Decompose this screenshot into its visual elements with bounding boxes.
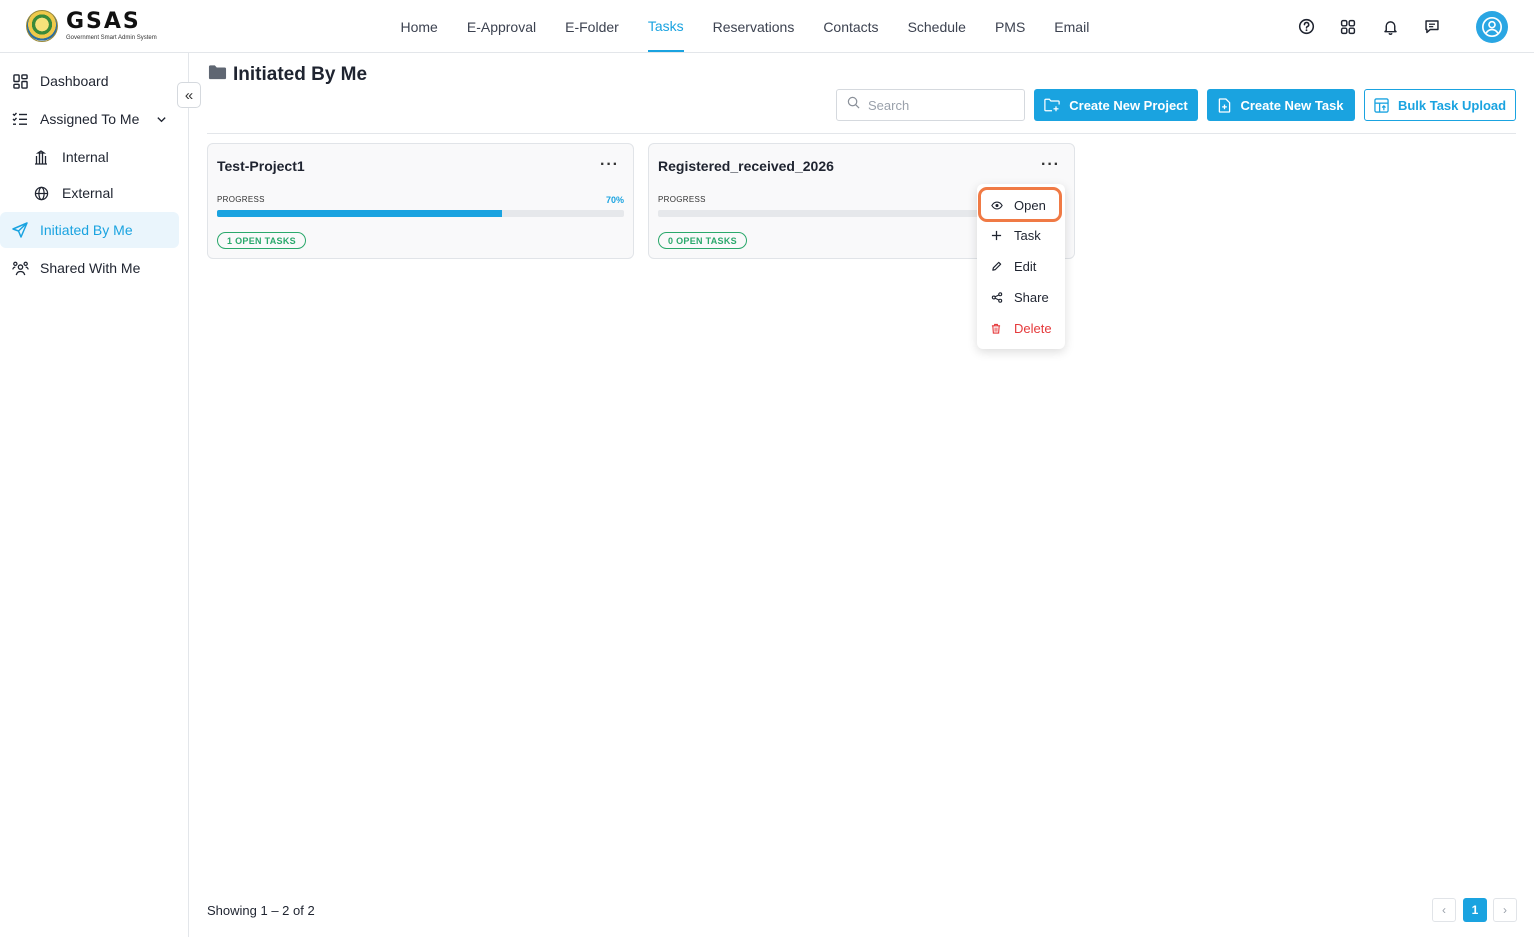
next-page-button[interactable]: › (1493, 898, 1517, 922)
create-new-task-label: Create New Task (1240, 97, 1344, 113)
nav-reservations[interactable]: Reservations (698, 0, 809, 53)
chevron-down-icon[interactable] (156, 112, 167, 128)
create-new-task-button[interactable]: Create New Task (1207, 89, 1355, 121)
dashboard-icon (11, 72, 29, 90)
messages-icon[interactable] (1422, 17, 1442, 37)
sidebar: Dashboard Assigned To Me Internal Extern… (0, 53, 189, 937)
page-title: Initiated By Me (208, 64, 367, 86)
create-new-project-button[interactable]: Create New Project (1034, 89, 1198, 121)
menu-item-share[interactable]: Share (977, 282, 1065, 312)
sidebar-item-initiated-by-me[interactable]: Initiated By Me (0, 212, 179, 248)
sidebar-item-shared-with-me[interactable]: Shared With Me (0, 250, 179, 286)
create-new-project-label: Create New Project (1069, 97, 1188, 113)
sidebar-item-internal[interactable]: Internal (0, 139, 179, 175)
trash-icon (991, 323, 1003, 334)
bulk-task-upload-button[interactable]: Bulk Task Upload (1364, 89, 1516, 121)
users-icon (11, 259, 29, 277)
progress-bar (217, 210, 624, 217)
folder-plus-icon (1044, 98, 1060, 112)
search-input[interactable] (868, 97, 1018, 113)
gsas-logo[interactable]: GSAS Government Smart Admin System (26, 10, 157, 42)
collapse-sidebar-button[interactable]: « (177, 82, 201, 108)
send-icon (11, 221, 29, 239)
sidebar-item-label: Internal (62, 149, 109, 165)
share-icon (991, 291, 1003, 303)
folder-icon (208, 64, 227, 86)
progress-label: PROGRESS (658, 195, 706, 204)
file-plus-icon (1218, 97, 1231, 113)
menu-item-edit[interactable]: Edit (977, 251, 1065, 281)
menu-item-delete[interactable]: Delete (977, 313, 1065, 343)
page-title-text: Initiated By Me (233, 64, 368, 85)
eye-icon (991, 201, 1003, 210)
nav-e-folder[interactable]: E-Folder (551, 0, 634, 53)
help-icon[interactable] (1296, 17, 1316, 37)
logo-subtitle: Government Smart Admin System (66, 35, 157, 41)
pagination-info: Showing 1 – 2 of 2 (207, 903, 315, 918)
main-nav: Home E-Approval E-Folder Tasks Reservati… (386, 0, 1104, 53)
sidebar-item-external[interactable]: External (0, 175, 179, 211)
nav-email[interactable]: Email (1040, 0, 1104, 53)
plus-icon (991, 230, 1003, 241)
menu-item-open[interactable]: Open (977, 190, 1065, 220)
building-icon (32, 148, 50, 166)
sidebar-item-assigned-to-me[interactable]: Assigned To Me (0, 101, 179, 137)
project-card[interactable]: Test-Project1 ··· PROGRESS 70% 1 OPEN TA… (207, 143, 634, 259)
double-chevron-left-icon: « (184, 86, 194, 104)
top-bar: GSAS Government Smart Admin System Home … (0, 0, 1534, 53)
open-tasks-badge: 0 OPEN TASKS (658, 232, 747, 249)
sidebar-item-label: Assigned To Me (40, 111, 140, 127)
more-options-icon[interactable]: ··· (1041, 156, 1060, 174)
header-divider (207, 133, 1516, 134)
sidebar-item-label: External (62, 185, 114, 201)
globe-icon (32, 184, 50, 202)
prev-page-button[interactable]: ‹ (1432, 898, 1456, 922)
nav-contacts[interactable]: Contacts (809, 0, 893, 53)
project-name: Registered_received_2026 (658, 158, 834, 174)
government-seal-icon (26, 10, 58, 42)
logo-text: GSAS (66, 9, 141, 34)
open-tasks-badge: 1 OPEN TASKS (217, 232, 306, 249)
page-1-button[interactable]: 1 (1463, 898, 1487, 922)
top-icons (1296, 0, 1534, 53)
table-upload-icon (1374, 97, 1389, 113)
task-list-icon (11, 110, 29, 128)
sidebar-item-label: Initiated By Me (40, 222, 133, 238)
nav-e-approval[interactable]: E-Approval (452, 0, 550, 53)
project-context-menu: Open Task Edit Share Delete (977, 184, 1065, 349)
nav-schedule[interactable]: Schedule (893, 0, 980, 53)
notification-bell-icon[interactable] (1380, 17, 1400, 37)
progress-label: PROGRESS (217, 195, 265, 204)
search-icon (847, 96, 860, 114)
more-options-icon[interactable]: ··· (600, 156, 619, 174)
bulk-task-upload-label: Bulk Task Upload (1397, 97, 1507, 113)
nav-tasks[interactable]: Tasks (633, 0, 698, 53)
nav-pms[interactable]: PMS (980, 0, 1039, 53)
user-avatar[interactable] (1476, 10, 1508, 43)
sidebar-item-dashboard[interactable]: Dashboard (0, 63, 179, 99)
project-name: Test-Project1 (217, 158, 305, 174)
sidebar-item-label: Shared With Me (40, 260, 141, 276)
sidebar-item-label: Dashboard (40, 73, 109, 89)
search-box[interactable] (836, 89, 1025, 121)
pencil-icon (991, 261, 1003, 272)
apps-grid-icon[interactable] (1338, 17, 1358, 37)
progress-value: 70% (605, 195, 624, 205)
menu-item-task[interactable]: Task (977, 220, 1065, 250)
progress-bar-fill (217, 210, 502, 217)
nav-home[interactable]: Home (386, 0, 452, 53)
